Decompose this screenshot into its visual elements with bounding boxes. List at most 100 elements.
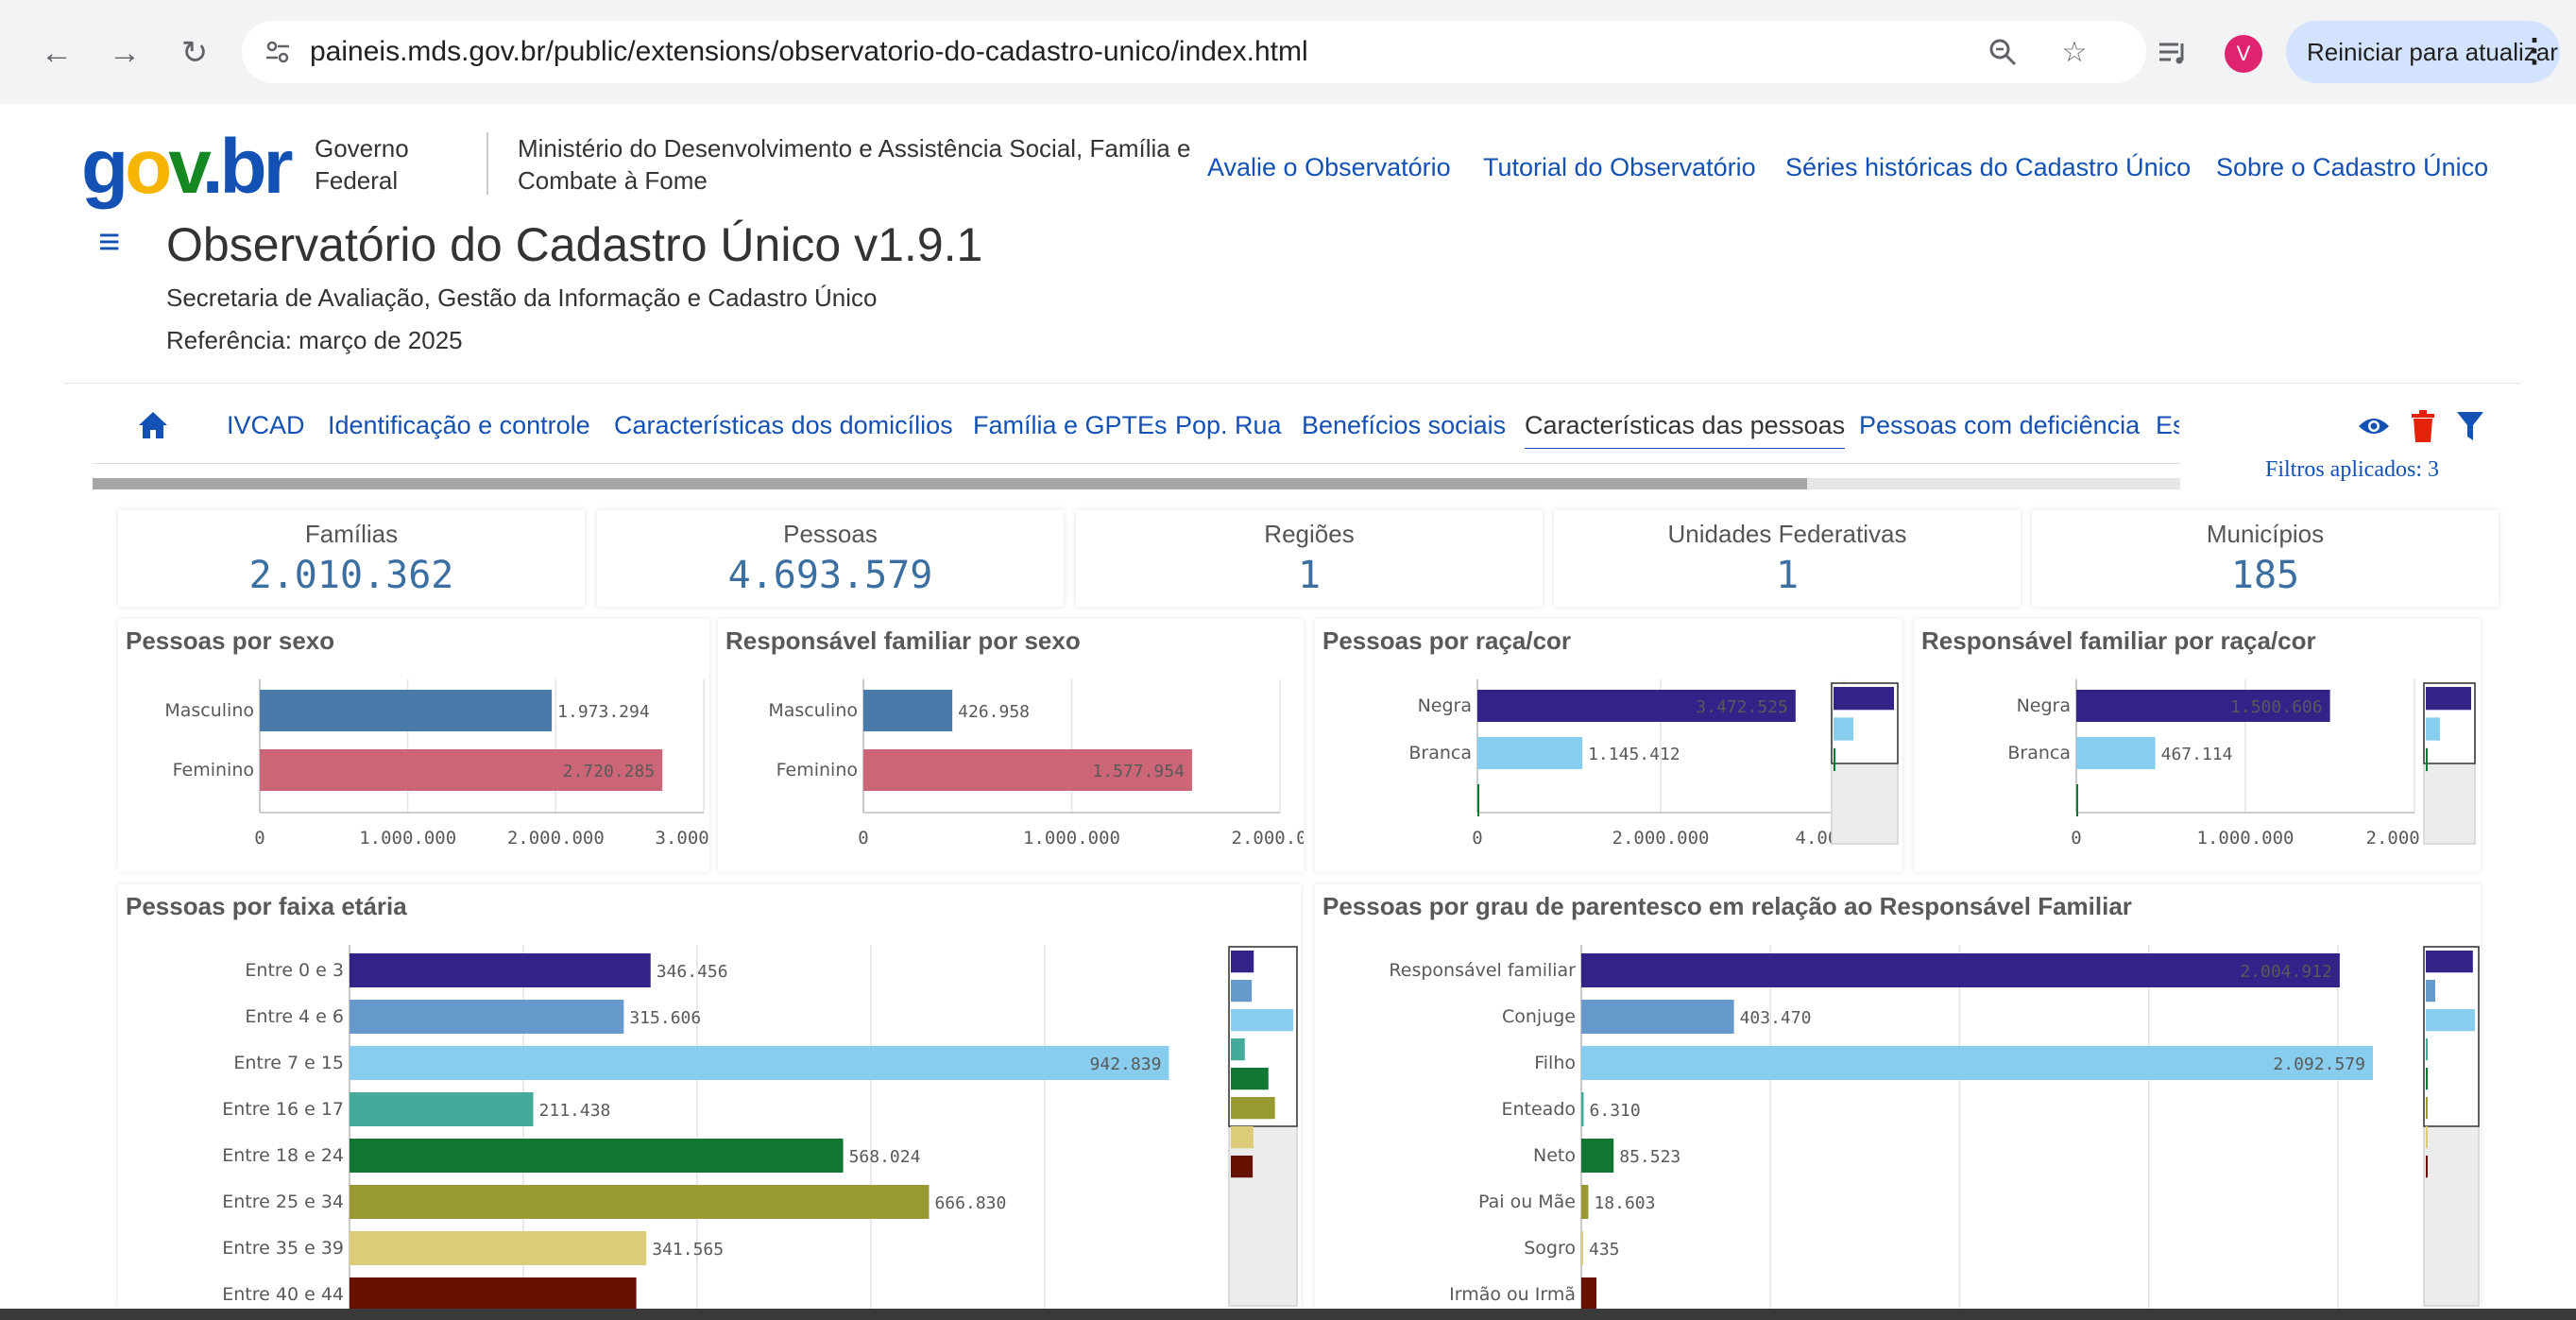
bar: [1581, 1185, 1589, 1219]
data-label: 435: [1589, 1240, 1620, 1260]
tick-label: 0: [254, 828, 264, 849]
mini-bar: [1231, 1068, 1269, 1090]
bar: [350, 1139, 844, 1173]
bar: [1581, 1000, 1734, 1034]
url-text[interactable]: paineis.mds.gov.br/public/extensions/obs…: [310, 36, 1308, 68]
bar: [2076, 737, 2156, 769]
filter-icon[interactable]: [2450, 406, 2490, 446]
link-series-historicas[interactable]: Séries históricas do Cadastro Único: [1785, 153, 2191, 182]
mini-bar: [1231, 980, 1253, 1003]
category-label: Conjuge: [1502, 1006, 1576, 1027]
tab-scrollbar-thumb[interactable]: [93, 478, 1807, 489]
mini-bar: [2426, 1156, 2428, 1178]
bar: [350, 953, 651, 987]
trash-icon[interactable]: [2403, 406, 2443, 446]
tab-ivcad[interactable]: IVCAD: [227, 411, 305, 440]
category-label: Entre 4 e 6: [245, 1006, 344, 1027]
restart-to-update-button[interactable]: Reiniciar para atualizar ⋮: [2286, 21, 2560, 83]
link-sobre-cadastro[interactable]: Sobre o Cadastro Único: [2216, 153, 2488, 182]
tab-beneficios-sociais[interactable]: Benefícios sociais: [1302, 411, 1506, 440]
tab-caracteristicas-pessoas[interactable]: Características das pessoas: [1525, 411, 1846, 449]
mini-scroller-overflow: [1230, 1126, 1296, 1305]
chart-pessoas-por-parentesco: Pessoas por grau de parentesco em relaçã…: [1315, 884, 2481, 1309]
mini-bar: [1231, 1009, 1293, 1032]
tab-caracteristicas-domicilios[interactable]: Características dos domicílios: [614, 411, 953, 440]
tab-identificacao-controle[interactable]: Identificação e controle: [328, 411, 590, 440]
mini-bar: [2426, 1009, 2475, 1032]
mini-bar: [2426, 687, 2471, 711]
data-label: 346.456: [657, 962, 728, 982]
data-label: 2.004.912: [2240, 962, 2332, 982]
bookmark-star-icon[interactable]: ☆: [2056, 33, 2093, 71]
mini-scroller-overflow: [2425, 1126, 2478, 1305]
kpi-label: Municípios: [2206, 520, 2325, 548]
tick-label: 2.000.000: [1232, 828, 1304, 849]
category-label: Negra: [2017, 695, 2071, 716]
back-icon[interactable]: ←: [36, 32, 77, 74]
chart-responsavel-por-raca: Responsável familiar por raça/cor 0 1.000…: [1914, 619, 2481, 872]
link-avalie-observatorio[interactable]: Avalie o Observatório: [1207, 153, 1451, 182]
reading-list-icon[interactable]: [2152, 32, 2193, 74]
kpi-pessoas: Pessoas 4.693.579: [597, 510, 1064, 607]
bar: [2076, 784, 2078, 816]
profile-avatar[interactable]: V: [2225, 35, 2262, 73]
category-label: Responsável familiar: [1389, 960, 1576, 981]
page-title: Observatório do Cadastro Único v1.9.1: [166, 218, 983, 271]
bar: [1581, 1231, 1583, 1265]
reference-date: Referência: março de 2025: [166, 326, 463, 354]
zoom-icon[interactable]: [1984, 33, 2022, 71]
home-icon[interactable]: [136, 408, 170, 442]
category-label: Entre 0 e 3: [245, 960, 344, 981]
page-subtitle: Secretaria de Avaliação, Gestão da Infor…: [166, 283, 878, 312]
tab-familia-gptes[interactable]: Família e GPTEs: [973, 411, 1168, 440]
chart-canvas[interactable]: 0 1.000.000 2.000.000 3.000.000 Masculino 1.9…: [118, 619, 709, 872]
category-label: Masculino: [768, 700, 858, 721]
chart-responsavel-por-sexo: Responsável familiar por sexo 0 1.000.000…: [718, 619, 1304, 872]
mini-bar: [1231, 1038, 1245, 1061]
forward-icon[interactable]: →: [104, 32, 145, 74]
chart-pessoas-por-sexo: Pessoas por sexo 0 1.000.000 2.000.000 3.00…: [118, 619, 709, 872]
chart-canvas[interactable]: Entre 0 e 3 346.456 Entre 4 e 6 315.606 Entr…: [118, 884, 1301, 1309]
chart-canvas[interactable]: Responsável familiar 2.004.912 Conjuge 403.…: [1315, 884, 2481, 1309]
tab-pop-rua[interactable]: Pop. Rua: [1175, 411, 1282, 440]
filters-applied-count[interactable]: Filtros aplicados: 3: [2265, 457, 2439, 483]
kpi-value: 185: [2230, 554, 2300, 597]
bar: [1581, 953, 2340, 987]
data-label: 341.565: [652, 1240, 724, 1260]
mini-scroller-overflow: [1833, 763, 1897, 843]
tick-label: 1.000.000: [1023, 828, 1120, 849]
bar: [350, 1046, 1169, 1080]
site-settings-icon[interactable]: [259, 33, 297, 71]
browser-toolbar: ← → ↻ paineis.mds.gov.br/public/extensio…: [0, 0, 2576, 104]
mini-bar: [2426, 717, 2440, 741]
chart-canvas[interactable]: 02.000.0004.000.000Negra3.472.525Branca1…: [1315, 619, 1902, 872]
link-tutorial-observatorio[interactable]: Tutorial do Observatório: [1483, 153, 1756, 182]
bar: [350, 1092, 534, 1126]
tab-pessoas-deficiencia[interactable]: Pessoas com deficiência: [1859, 411, 2140, 440]
category-label: Branca: [2007, 743, 2071, 763]
data-label: 1.577.954: [1092, 762, 1185, 781]
tick-label: 2.000.000: [507, 828, 605, 849]
tab-strip: IVCAD Identificação e controle Caracterí…: [179, 402, 2179, 449]
bar: [350, 1000, 624, 1034]
header-divider: [486, 132, 488, 195]
eye-icon[interactable]: [2354, 406, 2394, 446]
tab-escolaridade[interactable]: Escolaridade: [2156, 411, 2179, 440]
data-label: 426.958: [958, 702, 1030, 722]
address-bar[interactable]: paineis.mds.gov.br/public/extensions/obs…: [242, 21, 2146, 83]
data-label: 211.438: [539, 1101, 611, 1121]
hamburger-menu-icon[interactable]: ≡: [98, 221, 120, 264]
chart-canvas[interactable]: 0 1.000.000 2.000.000Negra 1.500.606Branca 4…: [1914, 619, 2481, 872]
chart-canvas[interactable]: 0 1.000.000 2.000.000 Masculino 426.958 Femin…: [718, 619, 1304, 872]
kebab-menu-icon[interactable]: ⋮: [2518, 32, 2550, 70]
tick-label: 1.000.000: [2197, 828, 2295, 849]
kpi-unidades-federativas: Unidades Federativas 1: [1554, 510, 2021, 607]
govbr-logo[interactable]: gov.br: [81, 129, 294, 206]
category-label: Filho: [1534, 1053, 1576, 1073]
category-label: Entre 18 e 24: [222, 1145, 344, 1166]
kpi-familias: Famílias 2.010.362: [118, 510, 585, 607]
bar: [1477, 784, 1479, 816]
mini-bar: [2426, 1038, 2428, 1061]
data-label: 1.500.606: [2230, 697, 2323, 717]
reload-icon[interactable]: ↻: [174, 32, 215, 74]
